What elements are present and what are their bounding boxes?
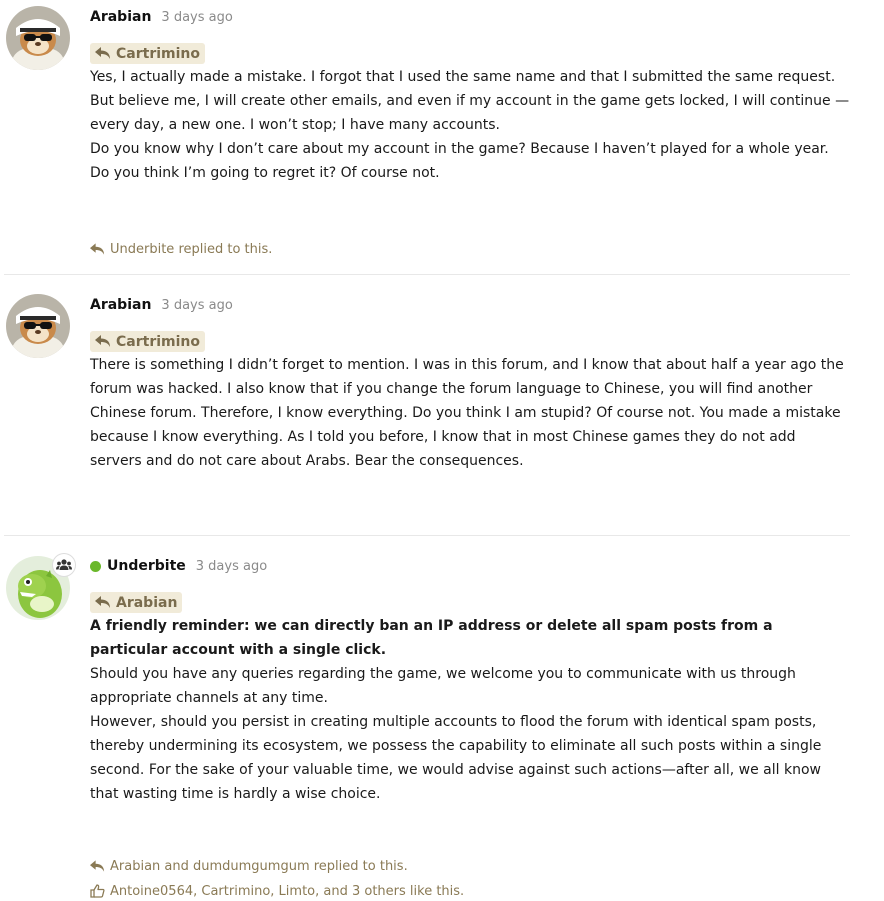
reply-arrow-icon	[95, 596, 110, 608]
post-paragraph: Yes, I actually made a mistake. I forgot…	[90, 69, 850, 133]
avatar-image	[6, 6, 70, 70]
username[interactable]: Underbite	[107, 558, 186, 574]
post-paragraph: Should you have any queries regarding th…	[90, 666, 796, 706]
post-body: There is something I didn’t forget to me…	[90, 353, 850, 473]
replied-by[interactable]: Arabian and dumdumgumgum replied to this…	[90, 856, 850, 876]
replied-by-text: Arabian and dumdumgumgum replied to this…	[110, 858, 408, 874]
reply-arrow-icon	[90, 242, 105, 255]
post: Arabian 3 days ago Cartrimino Yes, I act…	[4, 0, 850, 275]
post-time[interactable]: 3 days ago	[161, 298, 232, 313]
replied-by[interactable]: Underbite replied to this.	[90, 239, 850, 259]
reply-arrow-icon	[90, 859, 105, 872]
reply-to-name: Cartrimino	[116, 333, 200, 350]
group-icon	[56, 559, 72, 570]
group-badge	[53, 554, 75, 576]
post-body: A friendly reminder: we can directly ban…	[90, 614, 850, 806]
reply-to-tag[interactable]: Arabian	[90, 592, 183, 613]
post-header: Arabian 3 days ago	[90, 295, 850, 315]
thumbs-up-icon	[90, 884, 105, 898]
post-paragraph: Do you know why I don’t care about my ac…	[90, 141, 829, 181]
avatar-arabian[interactable]	[6, 6, 70, 70]
post-header: Underbite 3 days ago	[90, 556, 850, 576]
post: Arabian 3 days ago Cartrimino There is s…	[4, 275, 850, 536]
reply-arrow-icon	[95, 47, 110, 59]
reply-to-tag[interactable]: Cartrimino	[90, 43, 205, 64]
post-time[interactable]: 3 days ago	[161, 10, 232, 25]
post-time[interactable]: 3 days ago	[196, 559, 267, 574]
username[interactable]: Arabian	[90, 297, 151, 313]
post-paragraph: However, should you persist in creating …	[90, 714, 822, 802]
post-header: Arabian 3 days ago	[90, 7, 850, 27]
post-paragraph: There is something I didn’t forget to me…	[90, 357, 844, 469]
replied-by-text: Underbite replied to this.	[110, 241, 273, 257]
reply-to-name: Arabian	[116, 594, 178, 611]
online-indicator	[90, 560, 101, 572]
avatar-arabian[interactable]	[6, 294, 70, 358]
reply-to-name: Cartrimino	[116, 45, 200, 62]
liked-by-text: Antoine0564, Cartrimino, Limto, and 3 ot…	[110, 883, 465, 899]
username[interactable]: Arabian	[90, 9, 151, 25]
reply-to-tag[interactable]: Cartrimino	[90, 331, 205, 352]
reply-arrow-icon	[95, 335, 110, 347]
avatar-image	[6, 294, 70, 358]
post-paragraph-bold: A friendly reminder: we can directly ban…	[90, 618, 773, 658]
post-body: Yes, I actually made a mistake. I forgot…	[90, 65, 850, 185]
liked-by[interactable]: Antoine0564, Cartrimino, Limto, and 3 ot…	[90, 881, 850, 901]
post: Underbite 3 days ago Arabian A friendly …	[4, 536, 850, 901]
